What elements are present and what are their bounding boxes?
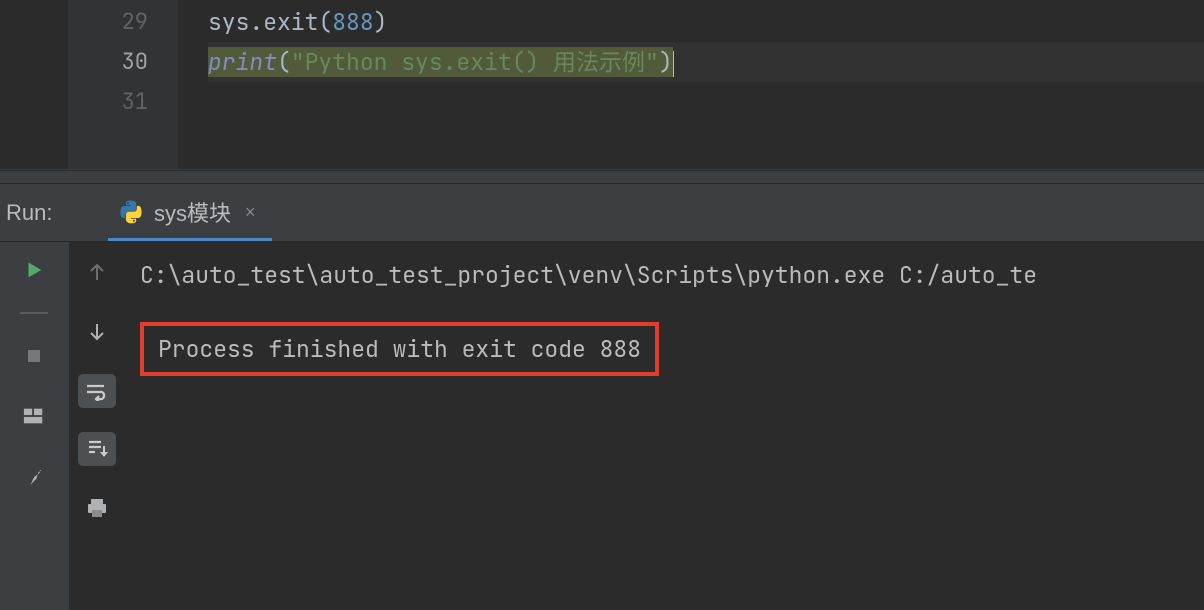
run-tab-active[interactable]: sys模块 × [108,188,272,241]
scroll-down-button[interactable] [79,314,115,350]
console-output[interactable]: C:\auto_test\auto_test_project\venv\Scri… [124,242,1204,610]
code-paren: ( [318,7,332,37]
line-gutter: 29 30 31 [68,0,178,169]
run-tool-header: Run: sys模块 × [0,184,1204,242]
run-secondary-toolbar [68,242,124,610]
text-caret [673,51,675,77]
exit-code-highlight: Process finished with exit code 888 [140,322,659,376]
line-number: 31 [68,82,178,122]
code-call: sys.exit [208,7,318,37]
code-paren: ) [374,7,388,37]
code-number: 888 [332,7,373,37]
editor-left-margin [0,0,68,169]
toolbar-divider [20,312,48,314]
stop-button[interactable] [16,338,52,374]
run-panel-label: Run: [0,184,68,241]
scroll-up-button[interactable] [79,254,115,290]
console-exit-line: Process finished with exit code 888 [158,334,641,364]
line-number: 29 [68,2,178,42]
scroll-to-end-button[interactable] [78,432,116,466]
code-lines[interactable]: sys.exit(888) print("Python sys.exit() 用… [178,0,1204,169]
print-button[interactable] [79,490,115,526]
code-paren: ) [659,47,673,77]
code-string: "Python sys.exit() 用法示例" [291,47,659,77]
code-paren: ( [277,47,291,77]
python-file-icon [118,199,144,225]
pin-button[interactable] [16,458,52,494]
run-tabs: sys模块 × [68,184,272,241]
soft-wrap-button[interactable] [78,374,116,408]
panel-separator[interactable] [0,170,1204,184]
line-number: 30 [68,42,178,82]
code-editor[interactable]: 29 30 31 sys.exit(888) print("Python sys… [0,0,1204,170]
code-line-30[interactable]: print("Python sys.exit() 用法示例") [208,42,1204,82]
code-line-29[interactable]: sys.exit(888) [208,2,1204,42]
console-command-line: C:\auto_test\auto_test_project\venv\Scri… [140,256,1204,294]
close-icon[interactable]: × [245,202,256,223]
run-primary-toolbar [0,242,68,610]
run-panel-body: C:\auto_test\auto_test_project\venv\Scri… [0,242,1204,610]
code-call: print [208,47,277,77]
run-button[interactable] [16,252,52,288]
layout-button[interactable] [16,398,52,434]
run-tab-label: sys模块 [154,196,231,228]
